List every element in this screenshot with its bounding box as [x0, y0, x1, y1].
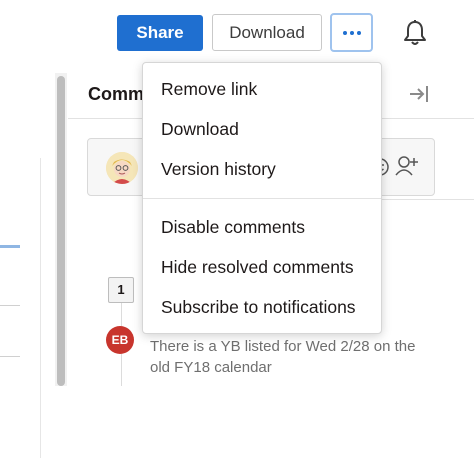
menu-item-version-history[interactable]: Version history [161, 159, 276, 180]
menu-item-download[interactable]: Download [161, 119, 239, 140]
menu-divider [143, 198, 381, 199]
more-horizontal-icon [343, 31, 361, 35]
page-number-badge[interactable]: 1 [108, 277, 134, 303]
menu-item-hide-resolved-comments[interactable]: Hide resolved comments [161, 257, 354, 278]
scrollbar-thumb[interactable] [57, 76, 65, 386]
bell-icon[interactable] [402, 19, 428, 47]
comment-text: There is a YB listed for Wed 2/28 on the… [150, 338, 416, 376]
share-button[interactable]: Share [117, 15, 203, 51]
author-avatar: EB [106, 326, 134, 354]
more-options-button[interactable] [330, 13, 373, 52]
avatar [106, 152, 138, 184]
document-page [0, 158, 41, 458]
document-preview [0, 70, 52, 458]
document-rule [0, 356, 20, 357]
add-person-icon[interactable] [394, 153, 420, 179]
more-options-menu: Remove link Download Version history Dis… [142, 62, 382, 334]
tab-comments[interactable]: Comm [88, 84, 144, 105]
document-highlight [0, 245, 20, 248]
download-button[interactable]: Download [212, 14, 322, 51]
menu-item-subscribe-notifications[interactable]: Subscribe to notifications [161, 297, 356, 318]
document-rule [0, 305, 20, 306]
top-bar: Share Download [0, 0, 474, 66]
menu-item-remove-link[interactable]: Remove link [161, 79, 257, 100]
menu-item-disable-comments[interactable]: Disable comments [161, 217, 305, 238]
collapse-panel-icon[interactable] [408, 84, 430, 104]
